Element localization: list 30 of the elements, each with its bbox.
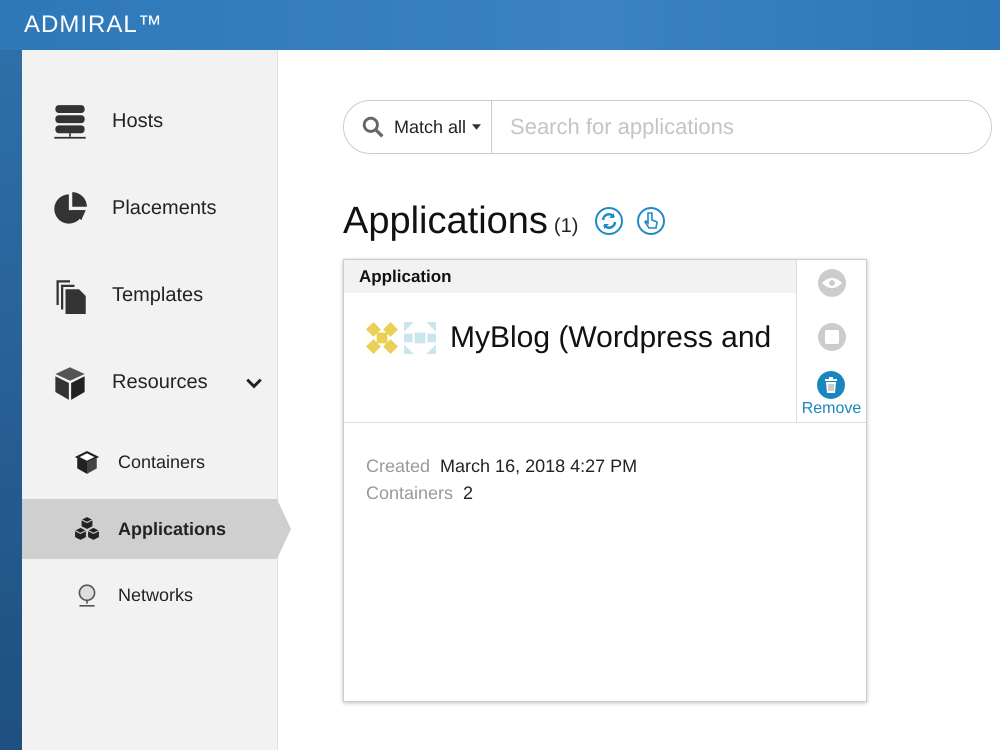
sidebar-item[interactable]: Templates: [22, 252, 277, 339]
identicon-icon: [366, 322, 398, 354]
cube-icon: [74, 450, 100, 476]
identicon-icon: [404, 322, 436, 354]
item-count: (1): [554, 214, 578, 238]
search-icon: [362, 116, 384, 138]
card-header: Application: [344, 260, 796, 293]
caret-icon: [472, 124, 482, 130]
remove-button[interactable]: Remove: [802, 370, 862, 418]
sidebar-item[interactable]: Hosts: [22, 78, 277, 165]
trash-icon: [816, 370, 846, 400]
application-name: MyBlog (Wordpress and: [450, 321, 772, 355]
field-label: Created: [366, 455, 430, 478]
match-dropdown[interactable]: Match all: [343, 100, 492, 154]
checkbox-icon[interactable]: [816, 322, 846, 352]
sidebar-item[interactable]: Resources: [22, 339, 277, 426]
pointer-hand-icon[interactable]: [636, 206, 666, 236]
server-icon: [52, 104, 88, 140]
refresh-icon[interactable]: [594, 206, 624, 236]
sidebar-item[interactable]: Networks: [22, 566, 277, 626]
page-title: Applications: [343, 200, 548, 242]
sidebar-item[interactable]: Containers: [22, 432, 277, 492]
brand-logo: ADMIRAL™: [24, 11, 163, 39]
pie-chart-icon: [52, 190, 88, 226]
cubes-icon: [74, 516, 100, 542]
field-value: 2: [463, 482, 474, 505]
sidebar-item[interactable]: Placements: [22, 165, 277, 252]
field-value: March 16, 2018 4:27 PM: [440, 455, 638, 478]
field-label: Containers: [366, 482, 454, 505]
search-field[interactable]: Search for applications: [492, 100, 992, 154]
